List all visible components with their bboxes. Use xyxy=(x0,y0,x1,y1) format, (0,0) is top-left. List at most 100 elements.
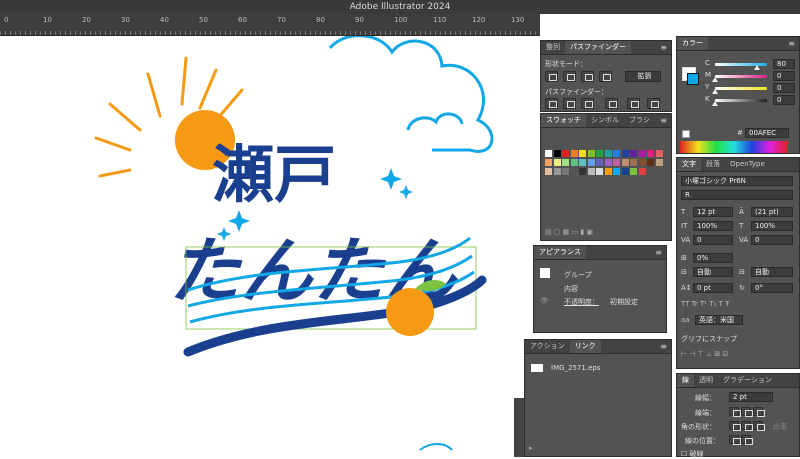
swatch-chip[interactable] xyxy=(579,150,586,157)
tab-actions[interactable]: アクション xyxy=(525,340,570,353)
dash-checkbox[interactable]: ☐ 破線 xyxy=(681,449,704,459)
swatch-chip[interactable] xyxy=(655,159,663,166)
tab-brushes[interactable]: ブラシ xyxy=(624,114,655,127)
none-swatch[interactable] xyxy=(682,130,690,138)
divide-button[interactable] xyxy=(545,98,558,109)
slider-handle[interactable] xyxy=(712,101,718,106)
swatch-chip[interactable] xyxy=(647,150,654,157)
leading-field[interactable]: (21 pt) xyxy=(751,207,793,217)
minus-back-button[interactable] xyxy=(647,98,660,109)
stroke-swatch[interactable] xyxy=(687,73,699,85)
merge-button[interactable] xyxy=(581,98,594,109)
swatch-chip[interactable] xyxy=(638,159,646,166)
align-center-button[interactable] xyxy=(729,435,741,445)
swatch-chip[interactable] xyxy=(604,168,612,175)
tab-pathfinder[interactable]: パスファインダー xyxy=(565,41,631,54)
outline-button[interactable] xyxy=(627,98,640,109)
hex-field[interactable]: 00AFEC xyxy=(745,128,789,138)
opacity-label[interactable]: 不透明度： xyxy=(564,297,599,307)
tab-swatches[interactable]: スウォッチ xyxy=(541,114,586,127)
swatch-chip[interactable] xyxy=(613,150,620,157)
swatch-chip[interactable] xyxy=(562,168,569,175)
artwork[interactable]: 瀬戸 たんたん xyxy=(0,36,540,457)
swatch-chip[interactable] xyxy=(604,150,612,157)
aki-right-field[interactable]: 自動 xyxy=(751,267,793,277)
color-spectrum[interactable] xyxy=(680,141,788,153)
butt-cap-button[interactable] xyxy=(729,407,741,417)
snap-buttons[interactable]: ⊢ ⊣ ⊤ ⊥ ⊞ ⊡ xyxy=(681,350,728,358)
round-cap-button[interactable] xyxy=(741,407,753,417)
links-collapse-icon[interactable]: ▸ xyxy=(529,444,533,452)
tab-align[interactable]: 整列 xyxy=(541,41,565,54)
panel-menu-icon[interactable]: ≡ xyxy=(651,246,666,259)
swatch-chip[interactable] xyxy=(545,168,552,175)
square-cap-button[interactable] xyxy=(753,407,765,417)
kerning-field[interactable]: 0 xyxy=(693,235,733,245)
horizontal-scale-field[interactable]: 100% xyxy=(751,221,793,231)
crop-button[interactable] xyxy=(605,98,618,109)
channel-value-m[interactable]: 0 xyxy=(773,71,795,81)
artboard[interactable]: 瀬戸 たんたん xyxy=(0,36,540,457)
swatch-chip[interactable] xyxy=(630,150,637,157)
trim-button[interactable] xyxy=(563,98,576,109)
tab-symbols[interactable]: シンボル xyxy=(586,114,624,127)
swatch-chip[interactable] xyxy=(621,159,629,166)
panel-menu-icon[interactable]: ≡ xyxy=(784,37,799,50)
font-family-field[interactable]: 小塚ゴシック Pr6N xyxy=(681,176,793,186)
channel-slider-y[interactable] xyxy=(712,87,767,94)
swatch-chip[interactable] xyxy=(587,159,595,166)
swatch-chip[interactable] xyxy=(638,150,646,157)
unite-button[interactable] xyxy=(545,71,558,82)
text-style-buttons[interactable]: TT Tr T¹ T₁ T Ŧ xyxy=(681,300,729,308)
vertical-scale-field[interactable]: 100% xyxy=(693,221,733,231)
swatch-chip[interactable] xyxy=(562,159,569,166)
swatch-chip[interactable] xyxy=(596,159,603,166)
tab-appearance[interactable]: アピアランス xyxy=(534,246,586,259)
swatch-chip[interactable] xyxy=(545,159,552,166)
tab-links[interactable]: リンク xyxy=(569,340,601,353)
rotation-field[interactable]: 0° xyxy=(751,283,793,293)
swatch-grid[interactable] xyxy=(545,150,669,210)
swatch-chip[interactable] xyxy=(647,159,654,166)
channel-value-y[interactable]: 0 xyxy=(773,83,795,93)
channel-slider-c[interactable] xyxy=(715,63,767,70)
swatch-chip[interactable] xyxy=(570,150,578,157)
tab-gradient[interactable]: グラデーション xyxy=(718,374,777,387)
swatch-chip[interactable] xyxy=(596,150,603,157)
swatch-chip[interactable] xyxy=(545,150,552,157)
intersect-button[interactable] xyxy=(581,71,594,82)
swatch-chip[interactable] xyxy=(621,168,629,175)
align-inside-button[interactable] xyxy=(741,435,753,445)
swatch-chip[interactable] xyxy=(553,168,561,175)
swatch-chip[interactable] xyxy=(630,168,637,175)
swatch-chip[interactable] xyxy=(570,168,578,175)
channel-value-k[interactable]: 0 xyxy=(773,95,795,105)
aki-left-field[interactable]: 自動 xyxy=(693,267,733,277)
swatch-chip[interactable] xyxy=(630,159,637,166)
tracking-field[interactable]: 0 xyxy=(751,235,793,245)
horizontal-ruler[interactable]: 0 10 20 30 40 50 60 70 80 90 100 110 120 130 xyxy=(0,14,540,36)
slider-handle[interactable] xyxy=(712,89,718,94)
visibility-eye-icon[interactable]: 👁 xyxy=(540,297,549,305)
tab-transparency[interactable]: 透明 xyxy=(694,374,718,387)
swatch-chip[interactable] xyxy=(621,150,629,157)
language-field[interactable]: 英語：米国 xyxy=(695,315,743,325)
swatch-chip[interactable] xyxy=(613,159,620,166)
tab-color[interactable]: カラー xyxy=(677,37,708,50)
round-join-button[interactable] xyxy=(741,421,753,431)
panel-menu-icon[interactable]: ≡ xyxy=(656,41,671,54)
bevel-join-button[interactable] xyxy=(753,421,765,431)
expand-button[interactable]: 拡張 xyxy=(625,71,661,82)
swatch-chip[interactable] xyxy=(570,159,578,166)
slider-handle[interactable] xyxy=(712,77,718,82)
exclude-button[interactable] xyxy=(599,71,612,82)
channel-slider-k[interactable] xyxy=(712,99,767,106)
swatch-chip[interactable] xyxy=(638,168,646,175)
swatch-chip[interactable] xyxy=(587,150,595,157)
panel-menu-icon[interactable]: ≡ xyxy=(656,340,671,353)
content-label[interactable]: 内容 xyxy=(564,284,578,294)
swatch-chip[interactable] xyxy=(596,168,603,175)
swatch-chip[interactable] xyxy=(613,168,620,175)
swatch-chip[interactable] xyxy=(553,159,561,166)
tab-stroke[interactable]: 線 xyxy=(677,374,694,387)
